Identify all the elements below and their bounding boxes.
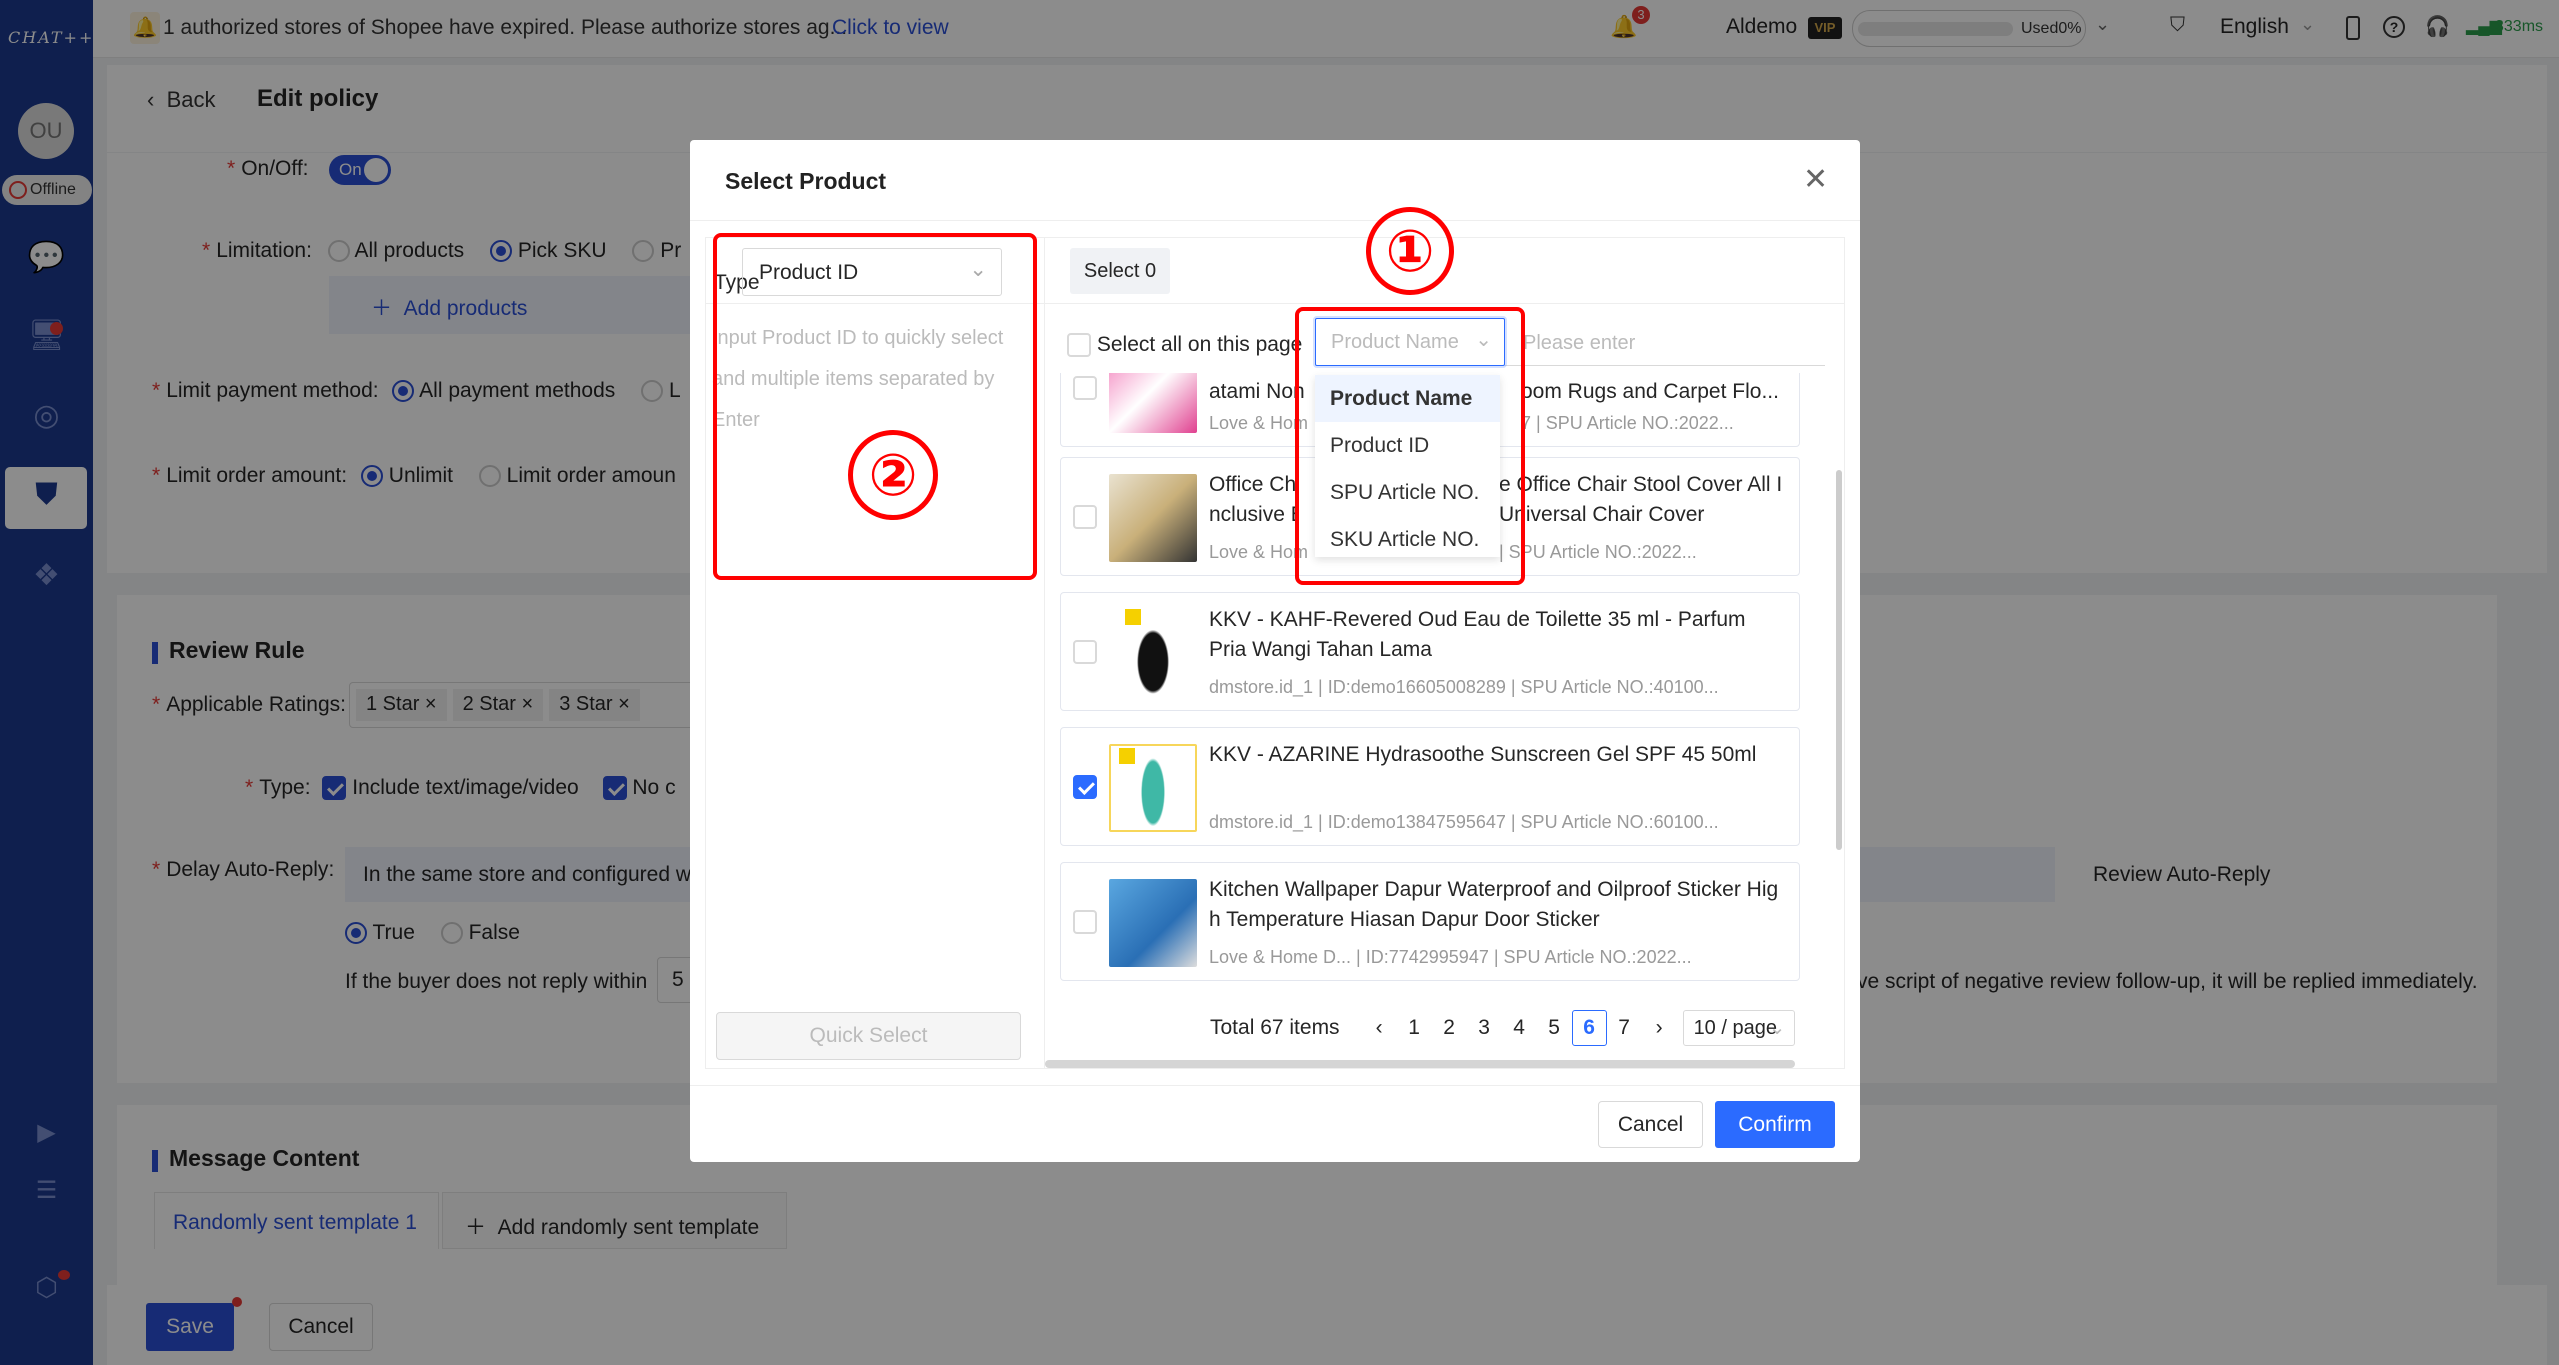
select-all-label: Select all on this page [1096,333,1303,356]
page-2[interactable]: 2 [1432,1016,1467,1040]
modal-title: Select Product [725,168,887,194]
pagination: Total 67 items ‹ 1 2 3 4 5 6 7 › 10 / pa… [1210,1008,1795,1048]
product-title-start: atami Non [1209,380,1305,403]
horizontal-scrollbar[interactable] [1045,1060,1795,1068]
annotation-1: ① [1366,207,1454,295]
product-meta: dmstore.id_1 | ID:demo16605008289 | SPU … [1209,677,1719,697]
product-title-end: oom Rugs and Carpet Flo... [1521,380,1779,403]
divider [690,220,1860,221]
page-size-value: 10 / page [1693,1017,1777,1039]
modal-cancel-button[interactable]: Cancel [1598,1101,1703,1148]
kkv-label-icon [1125,609,1141,625]
product-title: Kitchen Wallpaper Dapur Waterproof and O… [1209,878,1779,931]
divider [690,1085,1860,1086]
page-4[interactable]: 4 [1502,1016,1537,1040]
product-image [1109,744,1197,832]
confirm-button[interactable]: Confirm [1715,1101,1835,1148]
total-items: Total 67 items [1210,1016,1340,1039]
selected-count-button[interactable]: Select 0 [1070,248,1170,294]
page-size-select[interactable]: 10 / page ⌄ [1682,1010,1795,1046]
search-input[interactable]: Please enter [1505,320,1825,366]
product-checkbox[interactable] [1073,910,1097,934]
product-image [1109,609,1197,697]
chevron-down-icon: ⌄ [1768,1017,1786,1039]
product-title: KKV - AZARINE Hydrasoothe Sunscreen Gel … [1209,743,1757,766]
product-checkbox[interactable] [1073,505,1097,529]
page-1[interactable]: 1 [1397,1016,1432,1040]
annotation-box-2 [713,233,1037,580]
product-meta: Love & Home D... | ID:7742995947 | SPU A… [1209,947,1692,967]
divider [1045,303,1845,304]
select-all-checkbox[interactable] [1067,333,1091,358]
select-product-modal: Select Product ✕ Type Product ID ⌄ Input … [690,140,1860,1162]
product-meta-start: Love & Hom [1209,542,1309,562]
page-6-current[interactable]: 6 [1571,1010,1607,1046]
quick-select-button[interactable]: Quick Select [716,1012,1021,1060]
annotation-2: ② [848,430,938,520]
product-meta-end: | SPU Article NO.:2022... [1499,542,1697,562]
product-meta: dmstore.id_1 | ID:demo13847595647 | SPU … [1209,812,1719,832]
product-image [1109,879,1197,967]
list-scrollbar[interactable] [1836,470,1842,850]
product-meta-start: Love & Hom [1209,413,1309,433]
product-image [1109,474,1197,562]
prev-page-button[interactable]: ‹ [1362,1016,1397,1040]
product-image [1109,373,1197,433]
product-checkbox[interactable] [1073,640,1097,664]
product-title: KKV - KAHF-Revered Oud Eau de Toilette 3… [1209,608,1746,661]
annotation-box-1 [1295,307,1525,585]
page-3[interactable]: 3 [1467,1016,1502,1040]
product-title-end: e Office Chair Stool Cover All I Univers… [1499,473,1783,526]
product-checkbox[interactable] [1073,376,1097,400]
product-row[interactable]: KKV - KAHF-Revered Oud Eau de Toilette 3… [1060,592,1800,711]
product-checkbox[interactable] [1073,775,1097,799]
next-page-button[interactable]: › [1642,1016,1677,1040]
product-row[interactable]: KKV - AZARINE Hydrasoothe Sunscreen Gel … [1060,727,1800,846]
page-5[interactable]: 5 [1537,1016,1572,1040]
product-row[interactable]: Kitchen Wallpaper Dapur Waterproof and O… [1060,862,1800,981]
close-icon[interactable]: ✕ [1803,162,1828,197]
product-meta-end: 7 | SPU Article NO.:2022... [1521,413,1734,433]
product-title-start: Office Cha nclusive El [1209,473,1299,526]
page-7[interactable]: 7 [1607,1016,1642,1040]
kkv-label-icon [1119,748,1135,764]
